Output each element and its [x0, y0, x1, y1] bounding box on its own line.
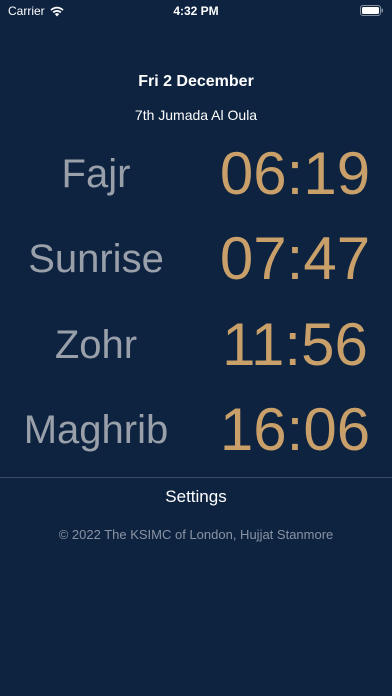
hijri-date: 7th Jumada Al Oula [134, 107, 258, 123]
status-time: 4:32 PM [173, 4, 219, 18]
divider [0, 477, 392, 478]
battery-icon [360, 5, 383, 16]
prayer-row-maghrib: Maghrib 16:06 [0, 390, 392, 470]
gregorian-date: Fri 2 December [138, 73, 254, 90]
prayer-name: Maghrib [23, 408, 169, 452]
prayer-time: 06:19 [219, 140, 371, 207]
prayer-row-zohr: Zohr 11:56 [0, 305, 392, 385]
settings-button[interactable]: Settings [0, 486, 392, 508]
prayer-name: Sunrise [28, 237, 164, 281]
copyright-text: © 2022 The KSIMC of London, Hujjat Stanm… [58, 527, 334, 542]
status-bar: Carrier 4:32 PM [0, 0, 392, 24]
prayer-name: Zohr [54, 323, 138, 367]
prayer-time: 16:06 [219, 396, 371, 463]
prayer-row-fajr: Fajr 06:19 [0, 134, 392, 214]
prayer-time: 07:47 [219, 225, 371, 292]
prayer-time: 11:56 [222, 311, 368, 378]
prayer-row-sunrise: Sunrise 07:47 [0, 219, 392, 299]
prayer-name: Fajr [61, 152, 131, 196]
